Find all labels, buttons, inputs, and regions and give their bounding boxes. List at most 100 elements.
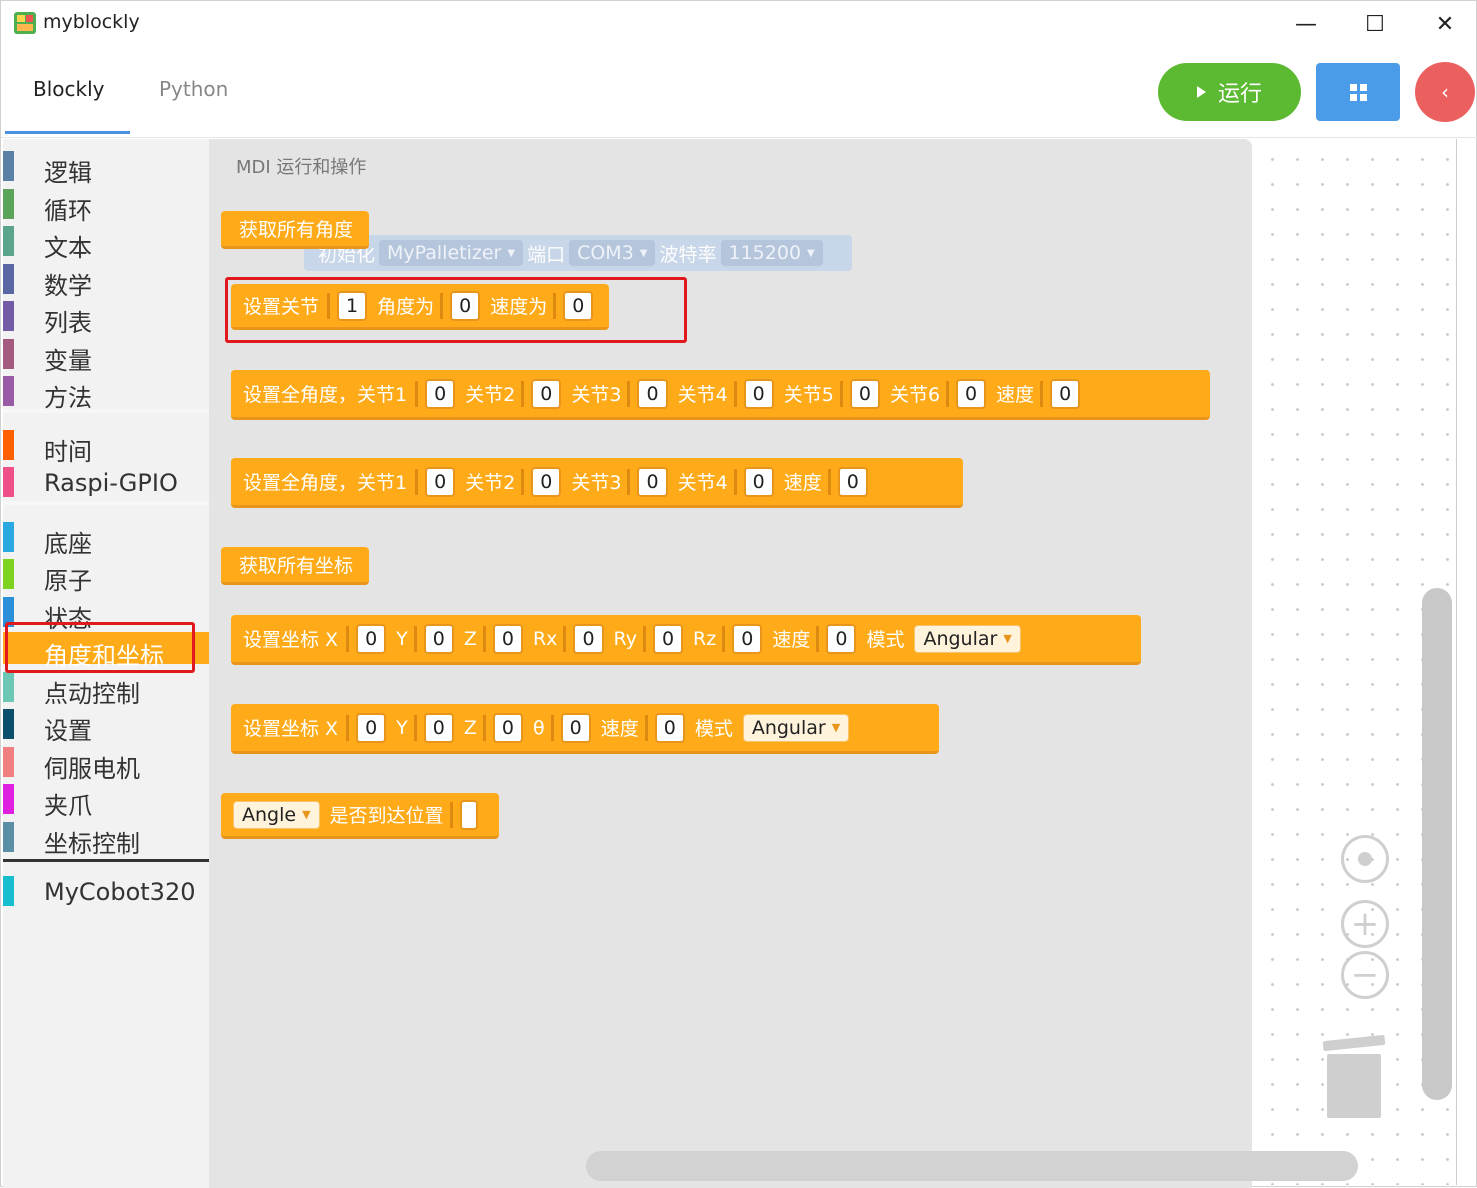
zoom-out-button[interactable]: − [1341, 951, 1389, 999]
j3-input[interactable]: 0 [637, 466, 668, 497]
sidebar-category[interactable]: 循环 [3, 185, 209, 225]
sidebar-category[interactable]: 方法 [3, 372, 209, 412]
j1-input[interactable]: 0 [425, 466, 456, 497]
ghost-port-dropdown: COM3 ▼ [569, 240, 656, 266]
z-label: Z [463, 627, 477, 650]
j2-input[interactable]: 0 [531, 466, 562, 497]
maximize-button[interactable]: ☐ [1352, 7, 1398, 41]
get-angles-label: 获取所有角度 [239, 219, 354, 241]
vertical-scrollbar[interactable] [1422, 588, 1452, 1100]
set-coords-6-block[interactable]: 设置坐标 X 0 Y 0 Z 0 Rx 0 Ry 0 Rz 0 速度 0 模式 … [231, 615, 1141, 665]
sidebar-category[interactable]: 设置 [3, 705, 209, 745]
j1-input[interactable]: 0 [425, 378, 456, 409]
mode-dropdown[interactable]: Angular ▼ [914, 624, 1021, 653]
sidebar-category[interactable]: 变量 [3, 335, 209, 375]
header-divider [1, 137, 1477, 138]
j3-label: 关节3 [571, 472, 622, 494]
theta-input[interactable]: 0 [560, 712, 591, 743]
grid-menu-button[interactable] [1316, 63, 1400, 121]
y-input[interactable]: 0 [423, 712, 454, 743]
flyout-section-label: MDI 运行和操作 [236, 157, 367, 178]
sidebar-category[interactable]: 点动控制 [3, 668, 209, 708]
category-color-stripe [3, 151, 14, 181]
category-color-stripe [3, 672, 14, 702]
category-label: 设置 [44, 717, 92, 745]
category-label: 坐标控制 [44, 830, 140, 858]
get-coords-block[interactable]: 获取所有坐标 [221, 547, 370, 585]
x-input[interactable]: 0 [356, 623, 387, 654]
get-angles-block[interactable]: 获取所有角度 [221, 211, 370, 249]
sidebar-category[interactable]: 列表 [3, 297, 209, 337]
close-button[interactable]: ✕ [1422, 7, 1468, 41]
category-label: 方法 [44, 384, 92, 412]
j6-input[interactable]: 0 [956, 378, 987, 409]
sidebar-category[interactable]: Raspi-GPIO [3, 463, 209, 499]
zoom-in-button[interactable]: + [1341, 900, 1389, 948]
set-all-angles-4-block[interactable]: 设置全角度，关节1 0 关节2 0 关节3 0 关节4 0 速度 0 [231, 458, 963, 508]
sidebar-category[interactable]: 数学 [3, 260, 209, 300]
category-group-gap [3, 409, 209, 413]
chevron-down-icon: ▼ [302, 808, 311, 821]
value-input-slot[interactable] [459, 799, 478, 830]
target-icon [1358, 852, 1372, 866]
category-color-stripe [3, 430, 14, 460]
speed-input[interactable]: 0 [837, 466, 868, 497]
horizontal-scrollbar[interactable] [586, 1151, 1358, 1181]
app-window: myblockly — ☐ ✕ Blockly Python 运行 ‹ 逻辑 循环… [0, 0, 1477, 1188]
sidebar-category[interactable]: 底座 [3, 518, 209, 558]
sidebar-category[interactable]: 时间 [3, 426, 209, 466]
x-input[interactable]: 0 [356, 712, 387, 743]
rx-input[interactable]: 0 [573, 623, 604, 654]
sidebar-category[interactable]: 逻辑 [3, 147, 209, 187]
z-input[interactable]: 0 [492, 623, 523, 654]
trash-icon[interactable] [1321, 1034, 1387, 1120]
j5-input[interactable]: 0 [849, 378, 880, 409]
ry-input[interactable]: 0 [652, 623, 684, 654]
tab-blockly[interactable]: Blockly [33, 77, 104, 101]
sidebar-category[interactable]: MyCobot320 [3, 872, 209, 908]
category-color-stripe [3, 876, 14, 906]
mode-label: 模式 [694, 718, 733, 740]
sidebar-category[interactable]: 夹爪 [3, 780, 209, 820]
sidebar-category[interactable]: 文本 [3, 222, 209, 262]
category-label: 文本 [44, 234, 92, 262]
sidebar-category[interactable]: 坐标控制 [3, 818, 209, 858]
j4-input[interactable]: 0 [743, 466, 774, 497]
chevron-down-icon: ▼ [1003, 632, 1012, 645]
category-label: 列表 [44, 309, 92, 337]
theta-label: θ [532, 716, 545, 739]
sidebar-category[interactable]: 伺服电机 [3, 743, 209, 783]
back-button[interactable]: ‹ [1415, 62, 1475, 122]
title-bar: myblockly — ☐ ✕ [1, 1, 1477, 47]
in-position-block[interactable]: Angle ▼ 是否到达位置 [221, 793, 499, 839]
speed-input[interactable]: 0 [1050, 378, 1081, 409]
minimize-button[interactable]: — [1283, 7, 1329, 41]
run-button[interactable]: 运行 [1158, 63, 1301, 121]
speed-input[interactable]: 0 [654, 712, 685, 743]
category-color-stripe [3, 784, 14, 814]
y-input[interactable]: 0 [423, 623, 454, 654]
set-coords-label: 设置坐标 X [243, 718, 339, 740]
active-tab-indicator [5, 131, 130, 134]
category-label: 原子 [44, 567, 92, 595]
z-input[interactable]: 0 [492, 712, 523, 743]
set-coords-4-block[interactable]: 设置坐标 X 0 Y 0 Z 0 θ 0 速度 0 模式 Angular ▼ [231, 704, 939, 754]
mode-dropdown[interactable]: Angular ▼ [742, 713, 850, 742]
angle-type-dropdown[interactable]: Angle ▼ [233, 800, 320, 829]
speed-input[interactable]: 0 [826, 623, 857, 654]
run-button-label: 运行 [1217, 82, 1262, 107]
category-color-stripe [3, 559, 14, 589]
recenter-button[interactable] [1341, 835, 1389, 883]
category-color-stripe [3, 376, 14, 406]
app-logo-icon [14, 12, 36, 34]
j4-input[interactable]: 0 [743, 378, 774, 409]
j2-input[interactable]: 0 [531, 378, 562, 409]
sidebar-category[interactable]: 原子 [3, 555, 209, 595]
ghost-port-label: 端口 [527, 243, 566, 266]
tab-python[interactable]: Python [159, 77, 228, 101]
j3-input[interactable]: 0 [637, 378, 668, 409]
set-all-angles-label: 设置全角度，关节1 [243, 472, 408, 494]
rz-input[interactable]: 0 [732, 623, 763, 654]
set-all-angles-6-block[interactable]: 设置全角度，关节1 0 关节2 0 关节3 0 关节4 0 关节5 0 关节6 … [231, 370, 1210, 420]
category-label: 点动控制 [44, 680, 140, 708]
